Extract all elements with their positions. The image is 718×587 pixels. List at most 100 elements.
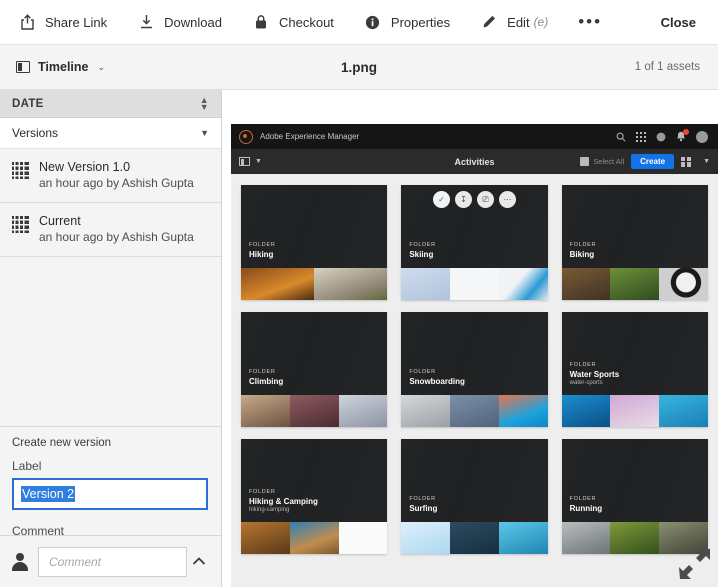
date-column-header[interactable]: DATE ▲▼ bbox=[0, 90, 221, 118]
resize-diagonal-cursor[interactable] bbox=[678, 547, 712, 581]
timeline-label: Timeline bbox=[38, 60, 88, 74]
card-strip bbox=[562, 395, 708, 427]
properties-button[interactable]: Properties bbox=[364, 0, 450, 45]
edit-button[interactable]: Edit (e) bbox=[480, 0, 548, 45]
timeline-bar: Timeline ⌄ 1.png 1 of 1 assets bbox=[0, 45, 718, 90]
copy-icon[interactable]: ⎚ bbox=[477, 191, 494, 208]
card-kind: FOLDER bbox=[570, 496, 602, 502]
label-input-value: Version 2 bbox=[21, 486, 75, 502]
download-label: Download bbox=[164, 15, 222, 30]
card-thumbnail: FOLDER Water Sports water-sports bbox=[562, 312, 708, 395]
timeline-selector[interactable]: Timeline ⌄ bbox=[0, 60, 105, 74]
check-icon[interactable]: ✓ bbox=[433, 191, 450, 208]
card-thumbnail: FOLDER Surfing bbox=[401, 439, 547, 522]
label-caption: Label bbox=[12, 459, 209, 473]
chevron-down-icon[interactable]: ▼ bbox=[255, 158, 262, 165]
comment-placeholder: Comment bbox=[49, 555, 101, 569]
card-hover-actions: ✓ ↧ ⎚ ⋯ bbox=[401, 191, 547, 208]
asset-card-grid: FOLDER Hiking ✓ ↧ ⎚ bbox=[231, 174, 718, 565]
comment-input[interactable]: Comment bbox=[38, 547, 187, 577]
properties-label: Properties bbox=[391, 15, 450, 30]
list-item[interactable]: New Version 1.0 an hour ago by Ashish Gu… bbox=[0, 149, 221, 203]
aem-header: Adobe Experience Manager bbox=[231, 124, 718, 149]
card-kind: FOLDER bbox=[409, 369, 465, 375]
help-icon[interactable] bbox=[656, 132, 666, 142]
search-icon[interactable] bbox=[616, 132, 626, 142]
version-meta: an hour ago by Ashish Gupta bbox=[39, 229, 194, 245]
card-title: Hiking & Camping bbox=[249, 497, 318, 506]
card-strip bbox=[241, 268, 387, 300]
asset-image: Adobe Experience Manager bbox=[231, 124, 718, 587]
card-item[interactable]: ✓ ↧ ⎚ ⋯ FOLDER Skiing bbox=[401, 185, 547, 300]
chevron-down-icon: ⌄ bbox=[97, 62, 105, 73]
card-thumbnail: FOLDER Running bbox=[562, 439, 708, 522]
card-item[interactable]: FOLDER Surfing bbox=[401, 439, 547, 554]
bell-icon[interactable] bbox=[676, 131, 686, 142]
versions-filter-label: Versions bbox=[12, 126, 58, 140]
download-icon[interactable]: ↧ bbox=[455, 191, 472, 208]
card-kind: FOLDER bbox=[409, 496, 437, 502]
edit-shortcut: (e) bbox=[534, 15, 549, 29]
more-actions-button[interactable]: ••• bbox=[578, 0, 602, 45]
select-all-label: Select All bbox=[593, 157, 624, 166]
card-title: Climbing bbox=[249, 377, 283, 386]
chevron-down-icon[interactable]: ▼ bbox=[703, 158, 710, 165]
card-item[interactable]: FOLDER Water Sports water-sports bbox=[562, 312, 708, 427]
download-button[interactable]: Download bbox=[137, 0, 222, 45]
side-rail-icon[interactable] bbox=[239, 157, 250, 166]
card-title: Biking bbox=[570, 250, 597, 259]
versions-filter-dropdown[interactable]: Versions ▼ bbox=[0, 118, 221, 149]
adobe-logo-icon bbox=[239, 130, 253, 144]
timeline-panel: DATE ▲▼ Versions ▼ New Version 1.0 an ho… bbox=[0, 90, 222, 587]
share-link-button[interactable]: Share Link bbox=[18, 0, 107, 45]
list-item[interactable]: Current an hour ago by Ashish Gupta bbox=[0, 203, 221, 257]
card-strip bbox=[562, 268, 708, 300]
card-strip bbox=[401, 395, 547, 427]
card-subtitle: hiking-camping bbox=[249, 507, 318, 513]
version-list: New Version 1.0 an hour ago by Ashish Gu… bbox=[0, 149, 221, 257]
card-kind: FOLDER bbox=[570, 242, 597, 248]
label-input[interactable]: Version 2 bbox=[12, 478, 208, 510]
aem-create-label: Create bbox=[640, 157, 665, 166]
share-link-label: Share Link bbox=[45, 15, 107, 30]
card-strip bbox=[241, 522, 387, 554]
select-all-button[interactable]: Select All bbox=[580, 157, 624, 166]
card-thumbnail: FOLDER Climbing bbox=[241, 312, 387, 395]
aem-create-button[interactable]: Create bbox=[631, 154, 674, 169]
card-thumbnail: FOLDER Snowboarding bbox=[401, 312, 547, 395]
sort-icon[interactable]: ▲▼ bbox=[200, 97, 209, 111]
card-item[interactable]: FOLDER Snowboarding bbox=[401, 312, 547, 427]
card-thumbnail: ✓ ↧ ⎚ ⋯ FOLDER Skiing bbox=[401, 185, 547, 268]
pencil-icon bbox=[480, 13, 498, 31]
card-strip bbox=[241, 395, 387, 427]
card-title: Hiking bbox=[249, 250, 276, 259]
asset-count-label: 1 of 1 assets bbox=[635, 61, 700, 73]
view-grid-icon[interactable] bbox=[681, 157, 691, 167]
version-icon bbox=[12, 162, 29, 179]
close-label: Close bbox=[661, 15, 696, 30]
aem-action-bar: ▼ Activities Select All Create ▼ bbox=[231, 149, 718, 174]
download-icon bbox=[137, 13, 155, 31]
avatar bbox=[10, 552, 30, 572]
card-item[interactable]: FOLDER Running bbox=[562, 439, 708, 554]
user-avatar-icon[interactable] bbox=[696, 131, 708, 143]
asset-preview: Adobe Experience Manager bbox=[222, 90, 718, 587]
card-item[interactable]: FOLDER Biking bbox=[562, 185, 708, 300]
card-item[interactable]: FOLDER Hiking & Camping hiking-camping bbox=[241, 439, 387, 554]
apps-grid-icon[interactable] bbox=[636, 132, 646, 142]
create-version-form: Create new version Label Version 2 Comme… bbox=[0, 426, 221, 535]
expand-comment-icon[interactable] bbox=[187, 553, 211, 570]
asset-action-toolbar: Share Link Download Checkout Properties bbox=[0, 0, 718, 45]
checkout-button[interactable]: Checkout bbox=[252, 0, 334, 45]
card-kind: FOLDER bbox=[249, 369, 283, 375]
more-icon[interactable]: ⋯ bbox=[499, 191, 516, 208]
comment-bar: Comment bbox=[0, 535, 221, 587]
card-item[interactable]: FOLDER Hiking bbox=[241, 185, 387, 300]
card-thumbnail: FOLDER Hiking & Camping hiking-camping bbox=[241, 439, 387, 522]
asset-detail-window: Share Link Download Checkout Properties bbox=[0, 0, 718, 587]
close-button[interactable]: Close bbox=[661, 0, 696, 45]
card-item[interactable]: FOLDER Climbing bbox=[241, 312, 387, 427]
checkout-label: Checkout bbox=[279, 15, 334, 30]
share-icon bbox=[18, 13, 36, 31]
checkbox-icon bbox=[580, 157, 589, 166]
